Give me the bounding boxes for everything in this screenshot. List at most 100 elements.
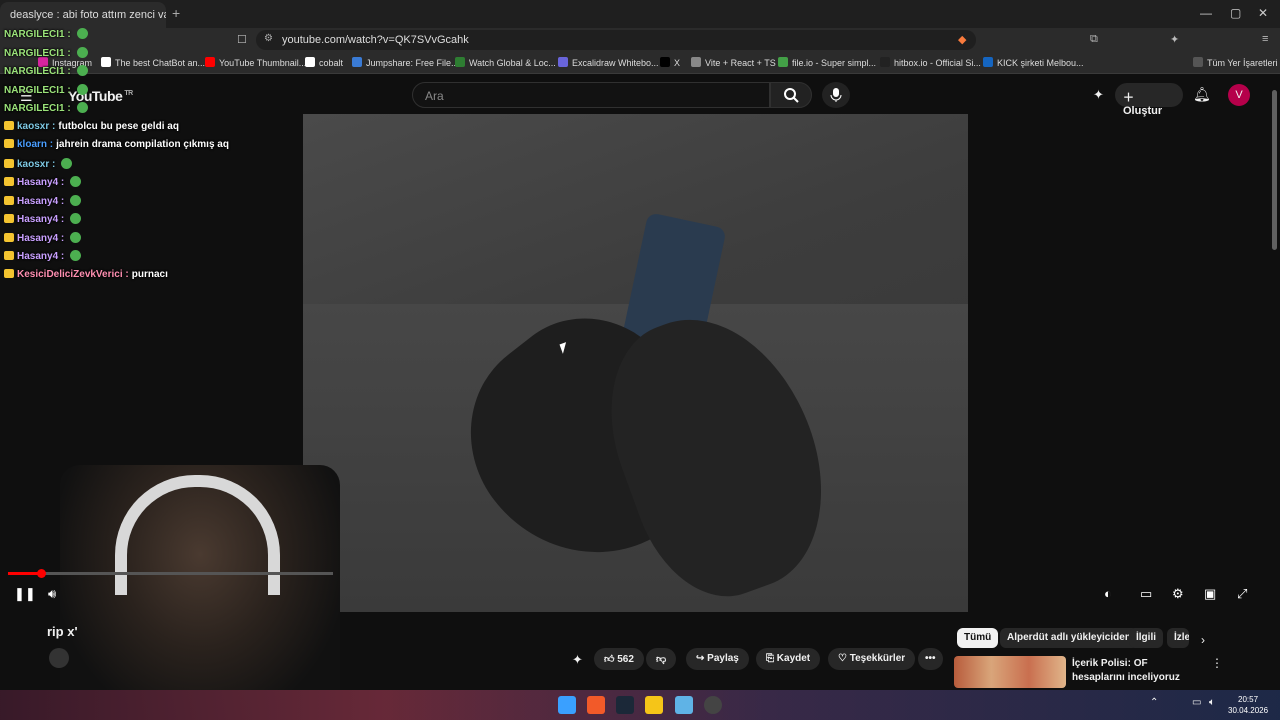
bookmark-item[interactable]: Jumpshare: Free File...	[352, 57, 459, 68]
autoplay-toggle-icon[interactable]: ◐	[1104, 586, 1112, 601]
steam-icon[interactable]	[616, 696, 634, 714]
chip-all[interactable]: Tümü	[957, 628, 999, 648]
channel-avatar[interactable]	[49, 648, 69, 668]
thumbs-down-icon: 👎︎	[656, 654, 667, 665]
menu-icon[interactable]: ≡	[1262, 33, 1268, 45]
chip-watch[interactable]: İzle	[1167, 628, 1189, 648]
notifications-bell-icon[interactable]: 🔔︎	[1193, 86, 1211, 103]
chat-username: Hasany4 :	[17, 232, 65, 244]
bookmark-item[interactable]: Excalidraw Whitebo...	[558, 57, 659, 68]
chat-text: futbolcu bu pese geldi aq	[58, 120, 179, 132]
chevron-right-icon[interactable]: ›	[1201, 633, 1205, 647]
chat-text: purnacı	[131, 268, 168, 280]
bookmark-favicon-icon	[778, 57, 788, 67]
chat-badge-icon	[4, 158, 14, 168]
chat-emote-icon	[76, 65, 88, 76]
pause-icon[interactable]: ❚❚	[14, 586, 36, 602]
bookmark-item[interactable]: Watch Global & Loc...	[455, 57, 556, 68]
all-bookmarks-label: Tüm Yer İşaretleri	[1207, 58, 1278, 68]
bookmark-favicon-icon	[983, 57, 993, 67]
page-scrollbar[interactable]	[1272, 90, 1277, 250]
app-icon[interactable]	[675, 696, 693, 714]
chat-username: Hasany4 :	[17, 214, 65, 225]
chat-message: NARGILECI1 :	[4, 46, 88, 59]
chat-emote-icon	[70, 231, 82, 243]
chat-emote-icon	[70, 176, 82, 187]
chat-username: kloarn :	[17, 139, 54, 150]
theater-mode-icon[interactable]: ▣	[1204, 586, 1216, 602]
share-label: Paylaş	[707, 653, 739, 664]
bookmark-item[interactable]: X	[660, 57, 680, 68]
chat-username: NARGILECI1 :	[4, 47, 71, 59]
extensions-icon[interactable]: ✦	[1170, 33, 1179, 46]
recommendation-title[interactable]: İçerik Polisi: OF hesaplarını inceliyoru…	[1072, 657, 1202, 685]
recommendation-thumbnail[interactable]	[954, 656, 1066, 688]
like-button[interactable]: 👍︎ 562	[594, 648, 644, 670]
chat-badge-icon	[4, 232, 14, 242]
bookmark-item[interactable]: KICK şirketi Melbou...	[983, 57, 1084, 68]
settings-gear-icon[interactable]: ⚙	[1172, 586, 1184, 602]
brave-browser-icon[interactable]	[587, 696, 605, 714]
clock-time: 20:57	[1238, 695, 1259, 704]
save-button[interactable]: ⎘ Kaydet	[756, 648, 821, 670]
all-bookmarks[interactable]: Tüm Yer İşaretleri	[1193, 57, 1278, 68]
dislike-button[interactable]: 👎︎	[646, 648, 677, 670]
minimize-icon[interactable]: —	[1200, 6, 1212, 20]
chip-related[interactable]: İlgili	[1129, 628, 1163, 648]
speaker-icon[interactable]: 🔈︎	[1209, 697, 1215, 708]
chip-uploader[interactable]: Alperdüt adlı yükleyiciden	[1000, 628, 1138, 648]
search-input[interactable]: Ara	[412, 82, 770, 108]
obs-icon[interactable]	[704, 696, 722, 714]
chat-message: KesiciDeliciZevkVerici : purnacı	[4, 268, 168, 280]
url-field[interactable]: ⚙ youtube.com/watch?v=QK7SVvGcahk	[256, 30, 976, 50]
video-title: rip x'	[47, 624, 78, 639]
chat-message: NARGILECI1 :	[4, 65, 88, 77]
fullscreen-icon[interactable]: ⤢	[1237, 586, 1247, 602]
bookmark-favicon-icon	[352, 57, 362, 67]
create-button[interactable]: ＋ Oluştur	[1115, 83, 1183, 117]
maximize-icon[interactable]: ▢	[1230, 6, 1241, 20]
chat-username: NARGILECI1 :	[4, 84, 71, 96]
create-label: Oluştur	[1123, 105, 1163, 117]
ai-sparkle-icon[interactable]: ✦	[1093, 87, 1104, 103]
recommendation-menu-icon[interactable]: ⋮	[1211, 656, 1223, 670]
bookmark-favicon-icon	[880, 57, 890, 67]
extension-icon[interactable]: ⧉	[1090, 33, 1098, 46]
share-button[interactable]: ↪ Paylaş	[686, 648, 749, 670]
thanks-button[interactable]: ♡ Teşekkürler	[828, 648, 916, 670]
avatar[interactable]: V	[1228, 84, 1250, 106]
start-icon[interactable]	[558, 696, 576, 714]
ai-ask-icon[interactable]: ✦	[572, 652, 583, 668]
chat-message: Hasany4 :	[4, 231, 82, 244]
file-explorer-icon[interactable]	[645, 696, 663, 714]
subtitles-icon[interactable]: ▭	[1140, 586, 1152, 602]
search-button[interactable]	[770, 82, 812, 108]
voice-search-button[interactable]	[822, 82, 850, 108]
chat-message: kloarn : jahrein drama compilation çıkmış…	[4, 139, 229, 150]
close-icon[interactable]: ✕	[1258, 6, 1268, 20]
share-icon: ↪	[696, 653, 708, 664]
more-actions-button[interactable]: •••	[918, 648, 943, 670]
more-dots-icon: •••	[925, 653, 936, 664]
bookmark-favicon-icon	[455, 57, 465, 67]
bookmark-item[interactable]: file.io - Super simpl...	[778, 57, 876, 68]
bookmark-label: X	[674, 58, 681, 68]
system-clock[interactable]: 20:57 30.04.2026	[1228, 694, 1268, 716]
thanks-label: Teşekkürler	[849, 653, 906, 664]
bookmark-item[interactable]: hitbox.io - Official Si...	[880, 57, 981, 68]
chat-emote-icon	[70, 194, 82, 206]
progress-scrubber[interactable]	[36, 569, 46, 578]
bookmark-item[interactable]: cobalt	[305, 57, 343, 68]
chat-badge-icon	[4, 120, 14, 130]
volume-icon[interactable]: 🔊︎	[48, 586, 56, 602]
bookmark-item[interactable]: Vite + React + TS	[691, 57, 776, 68]
bookmark-label: KICK şirketi Melbou...	[997, 58, 1084, 68]
chat-badge-icon	[4, 177, 14, 186]
chat-badge-icon	[4, 139, 14, 148]
progress-bar[interactable]	[8, 572, 333, 575]
brave-shield-icon[interactable]: ◆	[958, 33, 966, 46]
tray-chevron-icon[interactable]: ⌃	[1150, 697, 1158, 708]
network-icon[interactable]: ▭	[1192, 697, 1201, 708]
video-frame[interactable]	[303, 114, 968, 612]
url-text: youtube.com/watch?v=QK7SVvGcahk	[282, 34, 469, 46]
